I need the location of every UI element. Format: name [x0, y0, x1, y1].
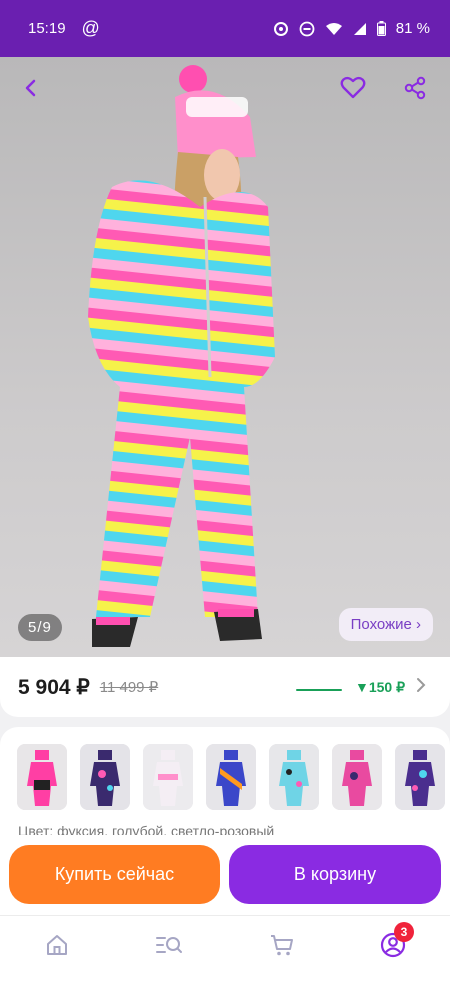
- variant-thumbnail[interactable]: [269, 744, 319, 810]
- variant-thumbnails: [17, 744, 445, 810]
- add-to-cart-button[interactable]: В корзину: [229, 845, 441, 904]
- product-image: [88, 65, 275, 647]
- price-drop-badge: ▼150 ₽: [355, 679, 406, 695]
- nav-cart[interactable]: [267, 930, 297, 960]
- battery-icon: [376, 21, 386, 36]
- profile-badge: 3: [394, 922, 414, 942]
- nav-home[interactable]: [42, 930, 72, 960]
- at-icon: @: [81, 18, 100, 38]
- nav-catalog[interactable]: [154, 930, 184, 960]
- chevron-right-icon: [417, 678, 426, 692]
- variant-thumbnail[interactable]: [17, 744, 67, 810]
- variants-card: Цвет: фуксия, голубой, светло-розовый: [0, 727, 450, 847]
- location-icon: [273, 21, 288, 36]
- variant-thumbnail[interactable]: [395, 744, 445, 810]
- cart-icon: [271, 935, 293, 956]
- variant-thumbnail[interactable]: [332, 744, 382, 810]
- signal-icon: [353, 22, 366, 35]
- home-icon: [47, 935, 67, 955]
- product-photo[interactable]: 5/9 Похожие ›: [0, 57, 450, 657]
- bottom-navigation: 3: [0, 915, 450, 1000]
- dnd-icon: [299, 21, 315, 36]
- battery-level: 81 %: [395, 20, 430, 37]
- wifi-icon: [325, 22, 342, 35]
- buy-now-button[interactable]: Купить сейчас: [9, 845, 220, 904]
- favorite-button[interactable]: [336, 71, 370, 105]
- heart-icon: [340, 76, 366, 99]
- similar-button[interactable]: Похожие ›: [338, 608, 433, 641]
- share-button[interactable]: [398, 71, 432, 105]
- current-price: 5 904 ₽: [18, 675, 90, 699]
- price-card[interactable]: 5 904 ₽ 11 499 ₽ ▼150 ₽: [0, 657, 450, 717]
- share-icon: [404, 76, 426, 100]
- catalog-search-icon: [156, 937, 182, 953]
- variant-thumbnail[interactable]: [143, 744, 193, 810]
- old-price: 11 499 ₽: [99, 679, 159, 696]
- status-time: 15:19: [28, 20, 66, 37]
- action-bar: Купить сейчас В корзину: [0, 835, 450, 915]
- status-bar: 15:19 @ 81 %: [0, 0, 450, 57]
- variant-thumbnail[interactable]: [206, 744, 256, 810]
- chevron-left-icon: [25, 79, 36, 97]
- back-button[interactable]: [14, 71, 48, 105]
- photo-counter: 5/9: [18, 614, 62, 641]
- bonus-progress-line: [296, 689, 342, 691]
- variant-thumbnail[interactable]: [80, 744, 130, 810]
